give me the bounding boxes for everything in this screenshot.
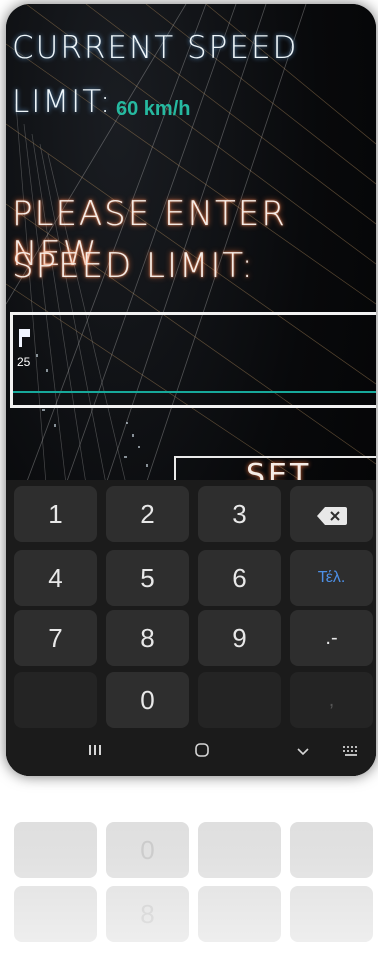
empty-key-left [14, 672, 97, 728]
system-navigation-bar [6, 734, 376, 776]
speed-limit-input-value: 25 [17, 355, 31, 369]
new-speed-prompt-line2: SPEED LIMIT: [12, 246, 255, 286]
empty-key-right [198, 672, 281, 728]
current-speed-label: LIMIT: [12, 84, 113, 120]
recents-icon[interactable] [88, 742, 102, 761]
key-9[interactable]: 9 [198, 610, 281, 666]
backspace-key[interactable] [290, 486, 373, 542]
key-7[interactable]: 7 [14, 610, 97, 666]
done-key[interactable]: Τέλ. [290, 550, 373, 606]
key-2[interactable]: 2 [106, 486, 189, 542]
key-1[interactable]: 1 [14, 486, 97, 542]
key-5[interactable]: 5 [106, 550, 189, 606]
key-8[interactable]: 8 [106, 610, 189, 666]
screen-reflection: 0 8 [6, 778, 376, 974]
keyboard-icon[interactable] [342, 742, 360, 761]
input-underline [13, 391, 376, 393]
home-icon[interactable] [194, 742, 210, 762]
current-speed-title: CURRENT SPEED [12, 30, 299, 66]
cursor-handle-icon[interactable] [19, 329, 30, 347]
key-4[interactable]: 4 [14, 550, 97, 606]
comma-key[interactable]: , [290, 672, 373, 728]
phone-screen: CURRENT SPEED LIMIT: 60 km/h PLEASE ENTE… [6, 4, 376, 776]
key-0[interactable]: 0 [106, 672, 189, 728]
current-speed-value: 60 km/h [116, 98, 191, 120]
reflection-fade [6, 778, 376, 974]
key-3[interactable]: 3 [198, 486, 281, 542]
key-6[interactable]: 6 [198, 550, 281, 606]
chevron-down-icon[interactable] [296, 742, 310, 761]
speed-limit-input[interactable]: 25 [10, 312, 376, 408]
symbol-key[interactable]: .- [290, 610, 373, 666]
backspace-icon [316, 507, 347, 526]
numeric-keyboard: 1 2 3 4 5 6 Τέλ. 7 8 9 .- 0 , [6, 480, 376, 776]
